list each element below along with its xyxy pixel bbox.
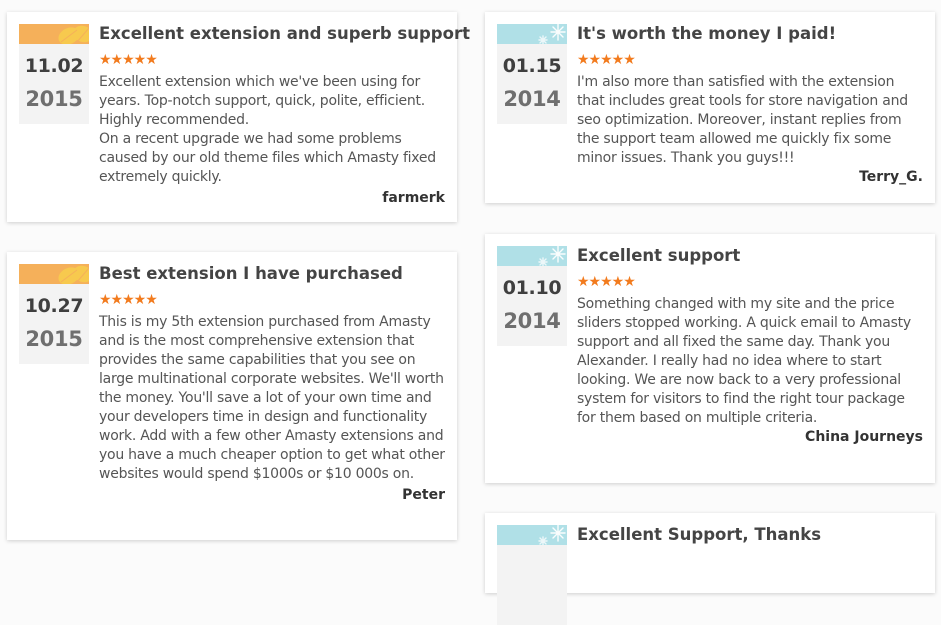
season-band	[497, 246, 567, 266]
review-card: 10.27 2015 Best extension I have purchas…	[7, 252, 457, 540]
date-badge: 10.27 2015	[19, 264, 89, 364]
review-title: Excellent extension and superb support	[99, 24, 470, 43]
leaf-icon	[58, 25, 89, 44]
date-year: 2014	[503, 87, 561, 111]
date-badge	[497, 525, 567, 625]
snowflake-icon	[538, 246, 566, 266]
review-card: 01.15 2014 It's worth the money I paid! …	[485, 12, 935, 203]
star-rating: ★★★★★	[99, 52, 158, 68]
season-band	[19, 264, 89, 284]
date-badge: 01.15 2014	[497, 24, 567, 124]
review-author: Peter	[402, 487, 445, 503]
season-band	[497, 24, 567, 44]
season-band	[497, 525, 567, 545]
date-year: 2015	[25, 87, 83, 111]
review-text: This is my 5th extension purchased from …	[99, 314, 445, 482]
star-rating: ★★★★★	[577, 52, 636, 68]
review-card: 01.10 2014 Excellent support ★★★★★ Somet…	[485, 234, 935, 483]
review-card: 11.02 2015 Excellent extension and super…	[7, 12, 470, 222]
review-author: Terry_G.	[859, 169, 923, 185]
star-rating: ★★★★★	[99, 292, 158, 308]
date-year: 2014	[503, 309, 561, 333]
review-text: Something changed with my site and the p…	[577, 296, 911, 426]
date-month-day: 11.02	[24, 55, 84, 77]
review-text: I'm also more than satisfied with the ex…	[577, 74, 908, 166]
review-author: farmerk	[382, 190, 445, 206]
date-year: 2015	[25, 327, 83, 351]
review-author: China Journeys	[805, 429, 923, 445]
review-card: Excellent Support, Thanks	[485, 513, 935, 625]
date-month-day: 10.27	[24, 295, 84, 317]
review-title: It's worth the money I paid!	[577, 24, 837, 43]
review-title: Best extension I have purchased	[99, 264, 403, 283]
snowflake-icon	[538, 24, 566, 44]
leaf-icon	[58, 265, 89, 284]
review-title: Excellent Support, Thanks	[577, 525, 822, 544]
season-band	[19, 24, 89, 44]
date-badge: 11.02 2015	[19, 24, 89, 124]
date-badge: 01.10 2014	[497, 246, 567, 346]
date-month-day: 01.10	[502, 277, 562, 299]
review-title: Excellent support	[577, 246, 741, 265]
review-text: Excellent extension which we've been usi…	[99, 74, 436, 185]
star-rating: ★★★★★	[577, 274, 636, 290]
date-month-day: 01.15	[502, 55, 562, 77]
snowflake-icon	[538, 525, 566, 545]
